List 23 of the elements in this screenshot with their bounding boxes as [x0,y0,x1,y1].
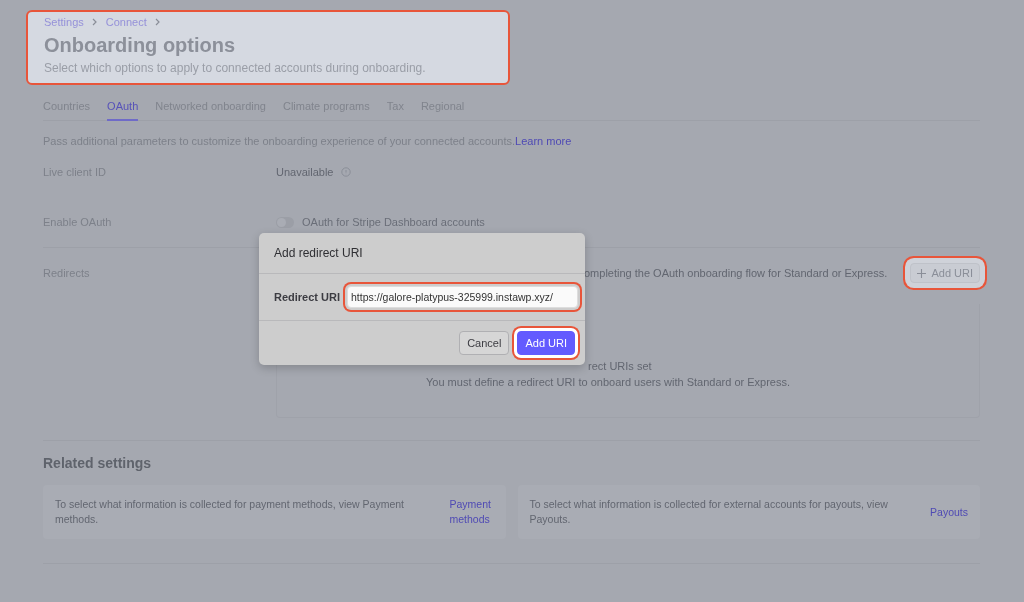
breadcrumb-link[interactable]: Settings [44,16,84,28]
field-label: Redirect URI [274,291,341,303]
learn-more-link[interactable]: Learn more [515,135,572,147]
breadcrumb-link[interactable]: Connect [105,16,147,28]
redirect-uri-field[interactable]: https://galore-platypus-325999.instawp.xyz/ [347,286,578,308]
setting-description: ompleting the OAuth onboarding flow for Standard or Express. [583,267,889,279]
dialog-title: Add redirect URI [259,233,585,274]
chevron-right-icon [154,18,161,26]
tab[interactable]: OAuth [107,95,139,121]
page-subtitle: Select which options to apply to connected accounts during onboarding. [44,61,427,75]
card-text: To select what information is collected for external accounts for payouts, view Payouts. [529,497,889,527]
section-title: Related settings [43,455,153,471]
card-link[interactable]: Payouts [930,504,968,520]
empty-state-title: rect URIs set [588,360,653,372]
empty-state-text: You must define a redirect URI to onboard users with Standard or Express. [426,376,791,388]
plus-icon [917,268,927,278]
page-title: Onboarding options [44,34,237,57]
card-link[interactable]: Payment methods [449,497,494,527]
setting-value: OAuth for Stripe Dashboard accounts [302,216,485,228]
setting-value: Unavailable [276,166,334,178]
chevron-right-icon [91,18,98,26]
cancel-button[interactable]: Cancel [459,331,510,355]
card-text: To select what information is collected for payment methods, view Payment methods. [55,497,405,527]
